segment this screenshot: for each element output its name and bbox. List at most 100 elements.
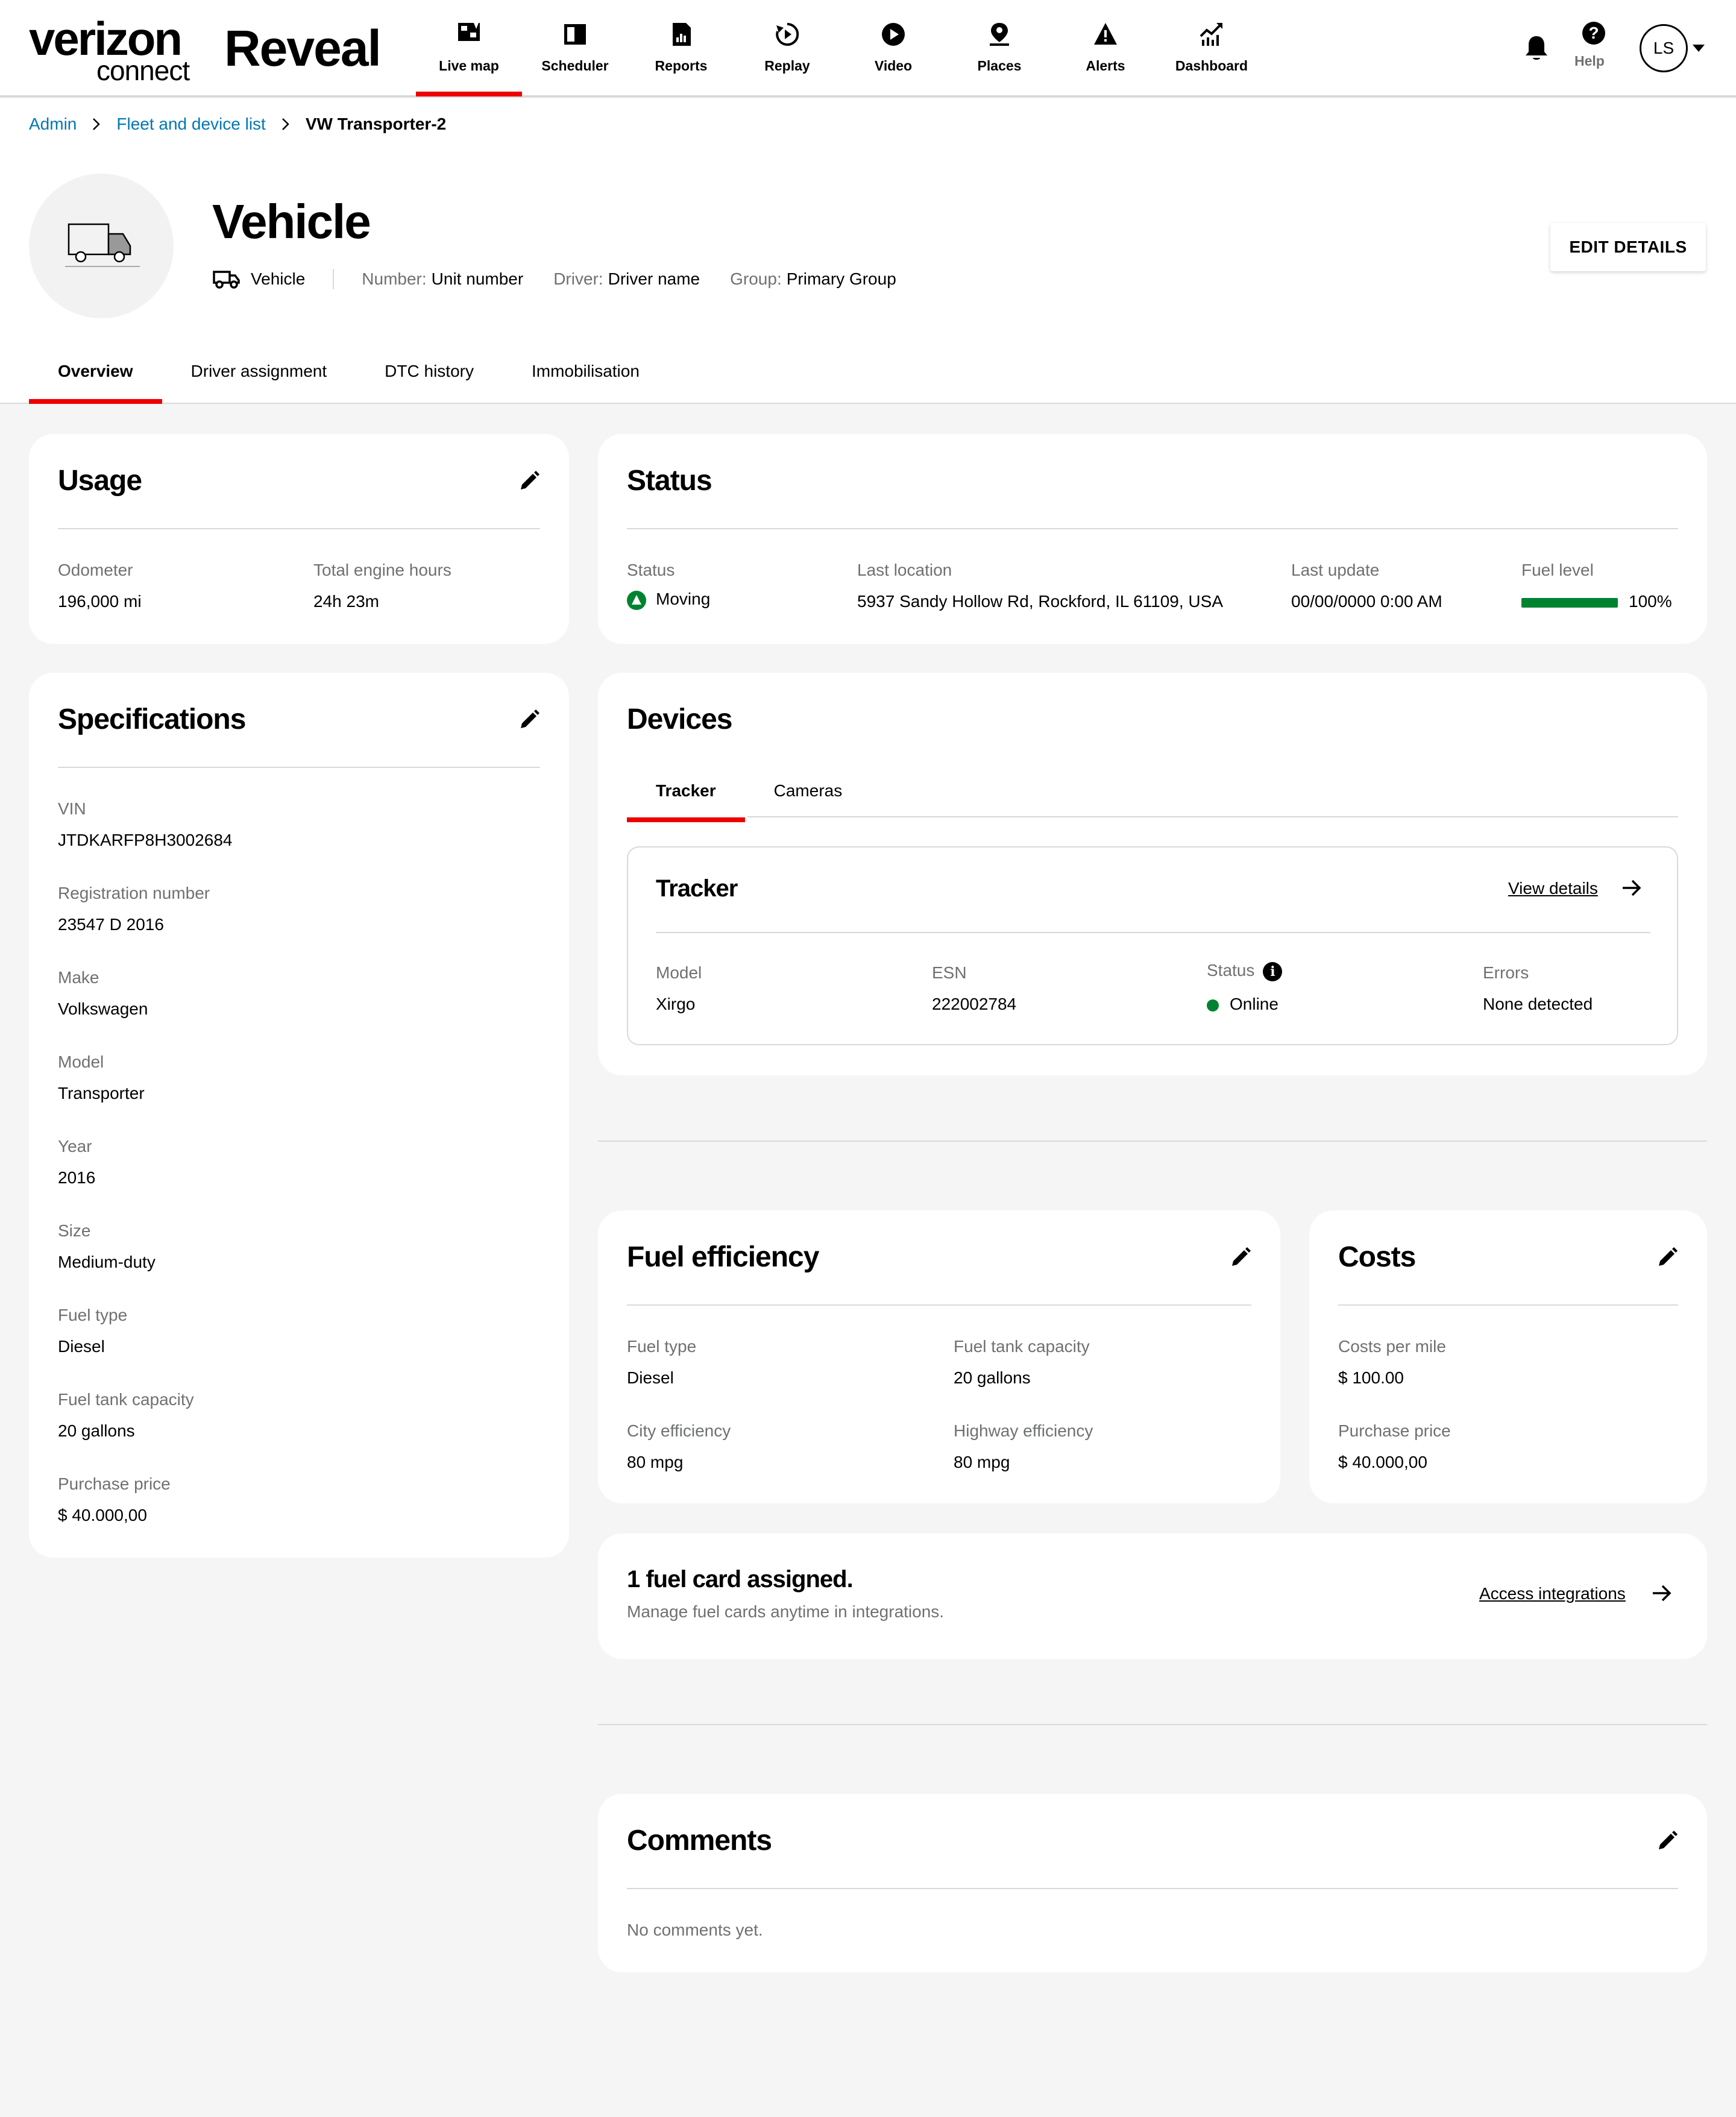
spec-value-fuel-type: Diesel [58, 1337, 105, 1356]
driver-value: Driver name [608, 269, 700, 288]
spec-value-registration: 23547 D 2016 [58, 915, 164, 934]
arrow-right-icon[interactable] [1621, 879, 1642, 897]
nav-places[interactable]: Places [946, 0, 1052, 95]
group-value: Primary Group [786, 269, 896, 288]
tab-cameras[interactable]: Cameras [745, 774, 872, 822]
odometer-label: Odometer [58, 561, 133, 579]
spec-value-year: 2016 [58, 1168, 96, 1187]
card-title: Costs [1338, 1241, 1416, 1273]
vehicle-meta: Vehicle Number: Unit number Driver: Driv… [212, 269, 896, 289]
engine-hours-label: Total engine hours [313, 561, 451, 579]
view-details-link[interactable]: View details [1508, 879, 1598, 898]
number-value: Unit number [431, 269, 524, 288]
odometer-value: 196,000 mi [58, 592, 142, 611]
card-divider [656, 932, 1650, 933]
tracker-title: Tracker [656, 875, 738, 902]
devices-tabs: Tracker Cameras [627, 774, 871, 822]
help-button[interactable]: ? Help [1574, 22, 1613, 69]
fuel-level-value: 100% [1629, 592, 1672, 611]
highway-efficiency-value: 80 mpg [954, 1453, 1010, 1471]
spec-label-year: Year [58, 1137, 92, 1156]
card-title: Devices [627, 703, 732, 735]
tracker-model-value: Xirgo [656, 995, 696, 1013]
top-navigation-bar: verizon connect Reveal Live map Schedule… [0, 0, 1736, 98]
usage-card: Usage Odometer 196,000 mi Total engine h… [29, 434, 569, 644]
tank-capacity-label: Fuel tank capacity [954, 1337, 1090, 1356]
page-title: Vehicle [212, 195, 371, 248]
vehicle-avatar [29, 174, 174, 318]
tab-dtc-history[interactable]: DTC history [356, 350, 503, 404]
help-icon: ? [1582, 22, 1605, 45]
nav-label: Places [977, 58, 1022, 74]
nav-label: Video [874, 58, 913, 74]
spec-label-tank: Fuel tank capacity [58, 1390, 194, 1409]
fuel-card-subtitle: Manage fuel cards anytime in integration… [627, 1602, 945, 1621]
user-avatar[interactable]: LS [1640, 24, 1688, 72]
card-divider [627, 528, 1678, 529]
card-title: Status [627, 465, 712, 497]
status-card: Status Status Moving Last location 5937 … [598, 434, 1707, 644]
location-label: Last location [857, 561, 952, 579]
bell-icon[interactable] [1523, 34, 1550, 63]
nav-video[interactable]: Video [840, 0, 946, 95]
tracker-errors-label: Errors [1483, 963, 1529, 982]
card-divider [1338, 1304, 1678, 1306]
spec-value-tank: 20 gallons [58, 1421, 135, 1440]
pencil-icon[interactable] [1230, 1247, 1251, 1268]
tab-immobilisation[interactable]: Immobilisation [503, 350, 668, 404]
purchase-price-label: Purchase price [1338, 1421, 1451, 1440]
card-divider [627, 1888, 1678, 1889]
arrow-right-icon[interactable] [1652, 1584, 1672, 1602]
pencil-icon[interactable] [1656, 1830, 1678, 1852]
breadcrumb-fleet-list[interactable]: Fleet and device list [116, 115, 265, 134]
last-update-value: 00/00/0000 0:00 AM [1291, 592, 1442, 611]
purchase-price-value: $ 40.000,00 [1338, 1453, 1427, 1471]
spec-label-make: Make [58, 968, 99, 987]
vehicle-type-icon [213, 271, 240, 289]
pencil-icon[interactable] [518, 709, 540, 731]
tracker-errors-value: None detected [1483, 995, 1593, 1013]
online-dot [1207, 999, 1219, 1011]
pencil-icon[interactable] [1656, 1247, 1678, 1268]
places-icon [990, 23, 1009, 46]
card-title: Fuel efficiency [627, 1241, 819, 1273]
tab-driver-assignment[interactable]: Driver assignment [162, 350, 356, 404]
spec-value-model: Transporter [58, 1084, 145, 1103]
tracker-status-label-wrap: Status i [1207, 961, 1283, 981]
tab-overview[interactable]: Overview [29, 350, 162, 404]
breadcrumb: Admin Fleet and device list VW Transport… [29, 115, 446, 134]
truck-icon [65, 223, 140, 267]
access-integrations-link[interactable]: Access integrations [1479, 1584, 1626, 1603]
status-value-wrap: Moving [627, 590, 710, 610]
replay-icon [776, 22, 799, 46]
pencil-icon[interactable] [518, 470, 540, 492]
info-icon[interactable]: i [1263, 961, 1283, 981]
tracker-status-label: Status [1207, 961, 1255, 980]
fuel-type-label: Fuel type [627, 1337, 697, 1356]
vehicle-type-label: Vehicle [251, 269, 306, 288]
tracker-model-label: Model [656, 963, 702, 982]
section-divider [598, 1140, 1707, 1142]
nav-label: Dashboard [1175, 58, 1248, 74]
nav-live-map[interactable]: Live map [416, 0, 522, 96]
verizon-connect-logo[interactable]: verizon connect [29, 15, 190, 86]
costs-card: Costs Costs per mile $ 100.00 Purchase p… [1309, 1210, 1707, 1503]
tab-tracker[interactable]: Tracker [627, 774, 745, 822]
tabs-underline [747, 816, 1678, 817]
fuel-card-title: 1 fuel card assigned. [627, 1566, 854, 1593]
nav-dashboard[interactable]: Dashboard [1159, 0, 1265, 95]
nav-scheduler[interactable]: Scheduler [522, 0, 628, 95]
card-divider [627, 1304, 1251, 1306]
city-efficiency-label: City efficiency [627, 1421, 731, 1440]
scheduler-icon [564, 24, 586, 45]
card-title: Comments [627, 1825, 772, 1857]
chevron-down-icon[interactable] [1693, 45, 1705, 52]
breadcrumb-admin[interactable]: Admin [29, 115, 77, 134]
edit-details-button[interactable]: EDIT DETAILS [1550, 223, 1706, 271]
chevron-right-icon [281, 118, 289, 130]
nav-reports[interactable]: Reports [628, 0, 734, 95]
nav-alerts[interactable]: Alerts [1052, 0, 1159, 95]
card-title: Specifications [58, 703, 246, 735]
nav-replay[interactable]: Replay [734, 0, 840, 95]
nav-label: Replay [764, 58, 810, 74]
